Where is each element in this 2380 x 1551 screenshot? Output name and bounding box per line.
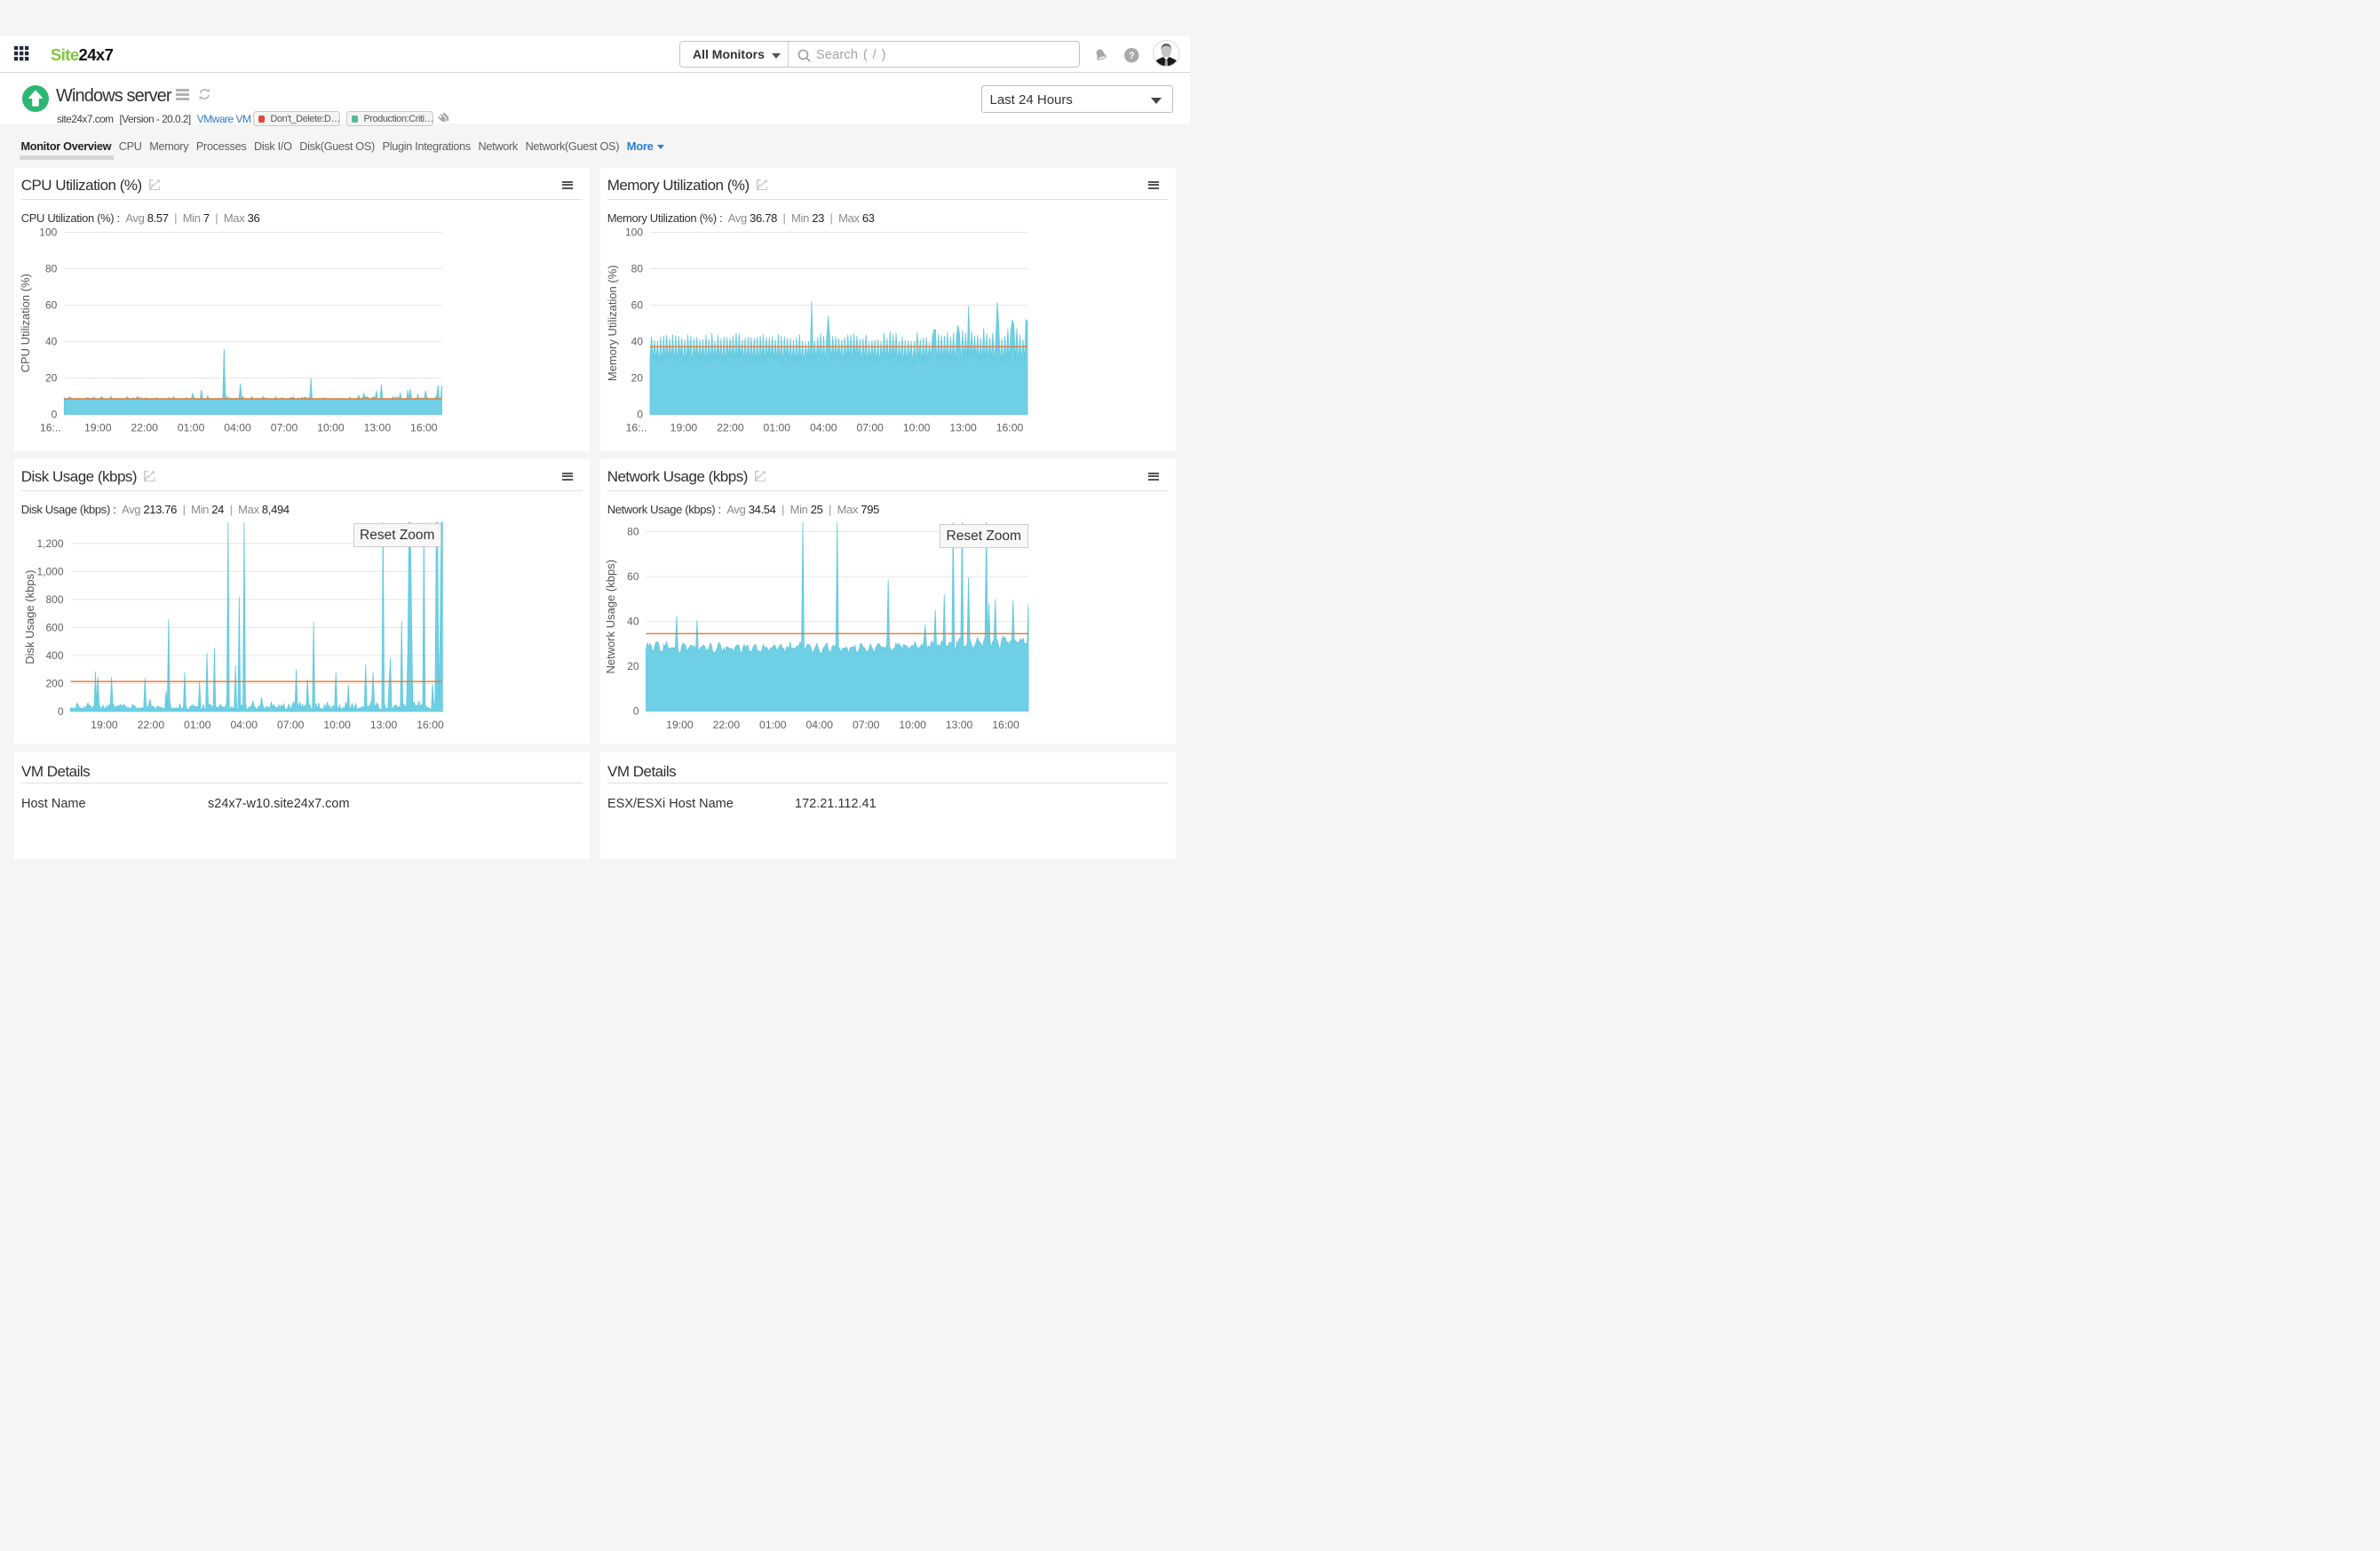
svg-text:16:00: 16:00 bbox=[410, 422, 438, 434]
svg-text:04:00: 04:00 bbox=[231, 719, 258, 731]
svg-text:40: 40 bbox=[631, 336, 644, 348]
svg-text:07:00: 07:00 bbox=[856, 422, 884, 434]
svg-text:80: 80 bbox=[631, 263, 644, 275]
svg-text:0: 0 bbox=[58, 705, 64, 718]
svg-text:04:00: 04:00 bbox=[224, 422, 251, 434]
svg-text:1,200: 1,200 bbox=[36, 537, 63, 550]
svg-text:60: 60 bbox=[45, 299, 58, 312]
svg-text:19:00: 19:00 bbox=[91, 719, 118, 731]
svg-text:60: 60 bbox=[631, 299, 644, 312]
svg-text:16:..: 16:.. bbox=[626, 422, 647, 434]
svg-text:400: 400 bbox=[45, 649, 63, 662]
svg-text:13:00: 13:00 bbox=[364, 422, 392, 434]
svg-text:80: 80 bbox=[627, 526, 639, 538]
svg-text:16:00: 16:00 bbox=[416, 719, 444, 731]
svg-text:22:00: 22:00 bbox=[717, 422, 744, 434]
svg-text:0: 0 bbox=[52, 409, 58, 421]
svg-text:16:..: 16:.. bbox=[40, 422, 61, 434]
svg-text:10:00: 10:00 bbox=[317, 422, 345, 434]
svg-text:20: 20 bbox=[45, 372, 58, 385]
svg-text:?: ? bbox=[1129, 51, 1135, 61]
svg-text:20: 20 bbox=[627, 660, 639, 672]
svg-text:10:00: 10:00 bbox=[899, 719, 926, 731]
svg-text:16:00: 16:00 bbox=[996, 422, 1024, 434]
svg-text:13:00: 13:00 bbox=[370, 719, 398, 731]
svg-text:600: 600 bbox=[45, 622, 63, 634]
svg-text:01:00: 01:00 bbox=[759, 719, 787, 731]
svg-text:19:00: 19:00 bbox=[670, 422, 698, 434]
svg-text:40: 40 bbox=[45, 336, 58, 348]
svg-text:200: 200 bbox=[45, 678, 63, 690]
svg-text:13:00: 13:00 bbox=[946, 719, 973, 731]
svg-text:Memory Utilization (%): Memory Utilization (%) bbox=[606, 265, 619, 381]
svg-text:0: 0 bbox=[637, 409, 643, 421]
svg-text:22:00: 22:00 bbox=[138, 719, 165, 731]
svg-text:19:00: 19:00 bbox=[666, 719, 694, 731]
svg-text:800: 800 bbox=[45, 593, 63, 606]
svg-text:20: 20 bbox=[631, 372, 644, 385]
svg-text:04:00: 04:00 bbox=[810, 422, 837, 434]
svg-text:01:00: 01:00 bbox=[184, 719, 211, 731]
svg-text:04:00: 04:00 bbox=[806, 719, 834, 731]
svg-text:22:00: 22:00 bbox=[131, 422, 158, 434]
svg-text:07:00: 07:00 bbox=[277, 719, 305, 731]
svg-text:CPU Utilization (%): CPU Utilization (%) bbox=[19, 274, 32, 372]
svg-text:01:00: 01:00 bbox=[178, 422, 205, 434]
svg-text:19:00: 19:00 bbox=[84, 422, 112, 434]
svg-text:10:00: 10:00 bbox=[903, 422, 931, 434]
svg-text:07:00: 07:00 bbox=[271, 422, 298, 434]
svg-text:13:00: 13:00 bbox=[949, 422, 977, 434]
svg-text:01:00: 01:00 bbox=[764, 422, 791, 434]
svg-text:100: 100 bbox=[625, 227, 643, 239]
svg-text:Disk Usage (kbps): Disk Usage (kbps) bbox=[23, 570, 36, 664]
svg-text:0: 0 bbox=[633, 705, 639, 718]
svg-text:07:00: 07:00 bbox=[853, 719, 880, 731]
svg-text:60: 60 bbox=[627, 570, 639, 583]
svg-text:16:00: 16:00 bbox=[992, 719, 1019, 731]
svg-text:10:00: 10:00 bbox=[323, 719, 351, 731]
svg-text:80: 80 bbox=[45, 263, 58, 275]
svg-text:100: 100 bbox=[39, 227, 57, 239]
svg-text:1,000: 1,000 bbox=[36, 565, 63, 577]
svg-text:22:00: 22:00 bbox=[713, 719, 741, 731]
svg-text:40: 40 bbox=[627, 616, 639, 628]
svg-text:Network Usage (kbps): Network Usage (kbps) bbox=[604, 560, 617, 674]
